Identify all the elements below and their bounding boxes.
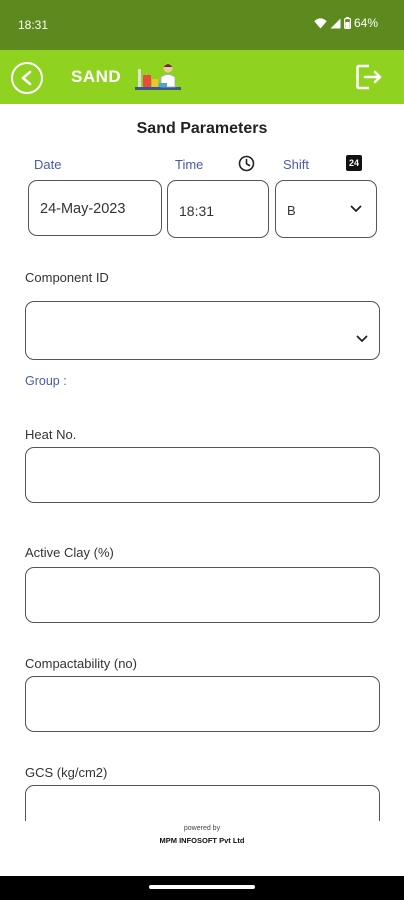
back-button[interactable]: [11, 62, 43, 94]
shift-value: B: [287, 203, 296, 218]
gcs-input[interactable]: [25, 785, 380, 821]
wifi-icon: [314, 17, 327, 28]
active-clay-input[interactable]: [25, 567, 380, 623]
time-field[interactable]: 18:31: [167, 180, 269, 238]
compactability-input[interactable]: [25, 676, 380, 732]
chevron-down-icon: [356, 335, 368, 342]
app-title: SAND: [71, 67, 122, 86]
gcs-clip: [25, 785, 380, 821]
heat-no-label: Heat No.: [25, 427, 77, 442]
shift-label: Shift: [283, 157, 310, 172]
component-id-label: Component ID: [25, 270, 109, 285]
lab-icon: [135, 63, 181, 90]
time-value: 18:31: [179, 203, 215, 219]
component-id-dropdown[interactable]: [25, 301, 380, 360]
status-icons: 64%: [314, 16, 378, 30]
time-label: Time: [175, 157, 204, 172]
status-bar: 18:31 64%: [0, 0, 404, 50]
battery-icon: [343, 17, 351, 29]
logout-icon: [356, 64, 382, 90]
shift-dropdown[interactable]: B: [275, 180, 377, 238]
chevron-down-icon: [350, 205, 362, 212]
status-time: 18:31: [18, 18, 49, 32]
logout-button[interactable]: [355, 63, 383, 96]
company-name: MPM INFOSOFT Pvt Ltd: [159, 836, 245, 845]
compactability-label: Compactability (no): [25, 656, 137, 671]
active-clay-label: Active Clay (%): [25, 545, 114, 560]
page-title: Sand Parameters: [136, 120, 268, 137]
system-nav-bar: [0, 876, 404, 900]
battery-percent: 64%: [353, 16, 378, 30]
home-handle[interactable]: [149, 885, 255, 889]
24-hour-icon: 24: [346, 155, 362, 171]
app-bar: SAND: [0, 50, 404, 104]
date-field[interactable]: 24-May-2023: [28, 180, 162, 236]
heat-no-input[interactable]: [25, 447, 380, 503]
group-label: Group :: [25, 374, 67, 388]
gcs-label: GCS (kg/cm2): [25, 765, 108, 780]
date-value: 24-May-2023: [40, 201, 126, 217]
clock-icon[interactable]: [238, 155, 255, 172]
back-arrow-icon: [21, 70, 32, 86]
signal-icon: [330, 18, 341, 28]
powered-by-text: powered by: [183, 825, 221, 832]
date-label: Date: [34, 157, 62, 172]
